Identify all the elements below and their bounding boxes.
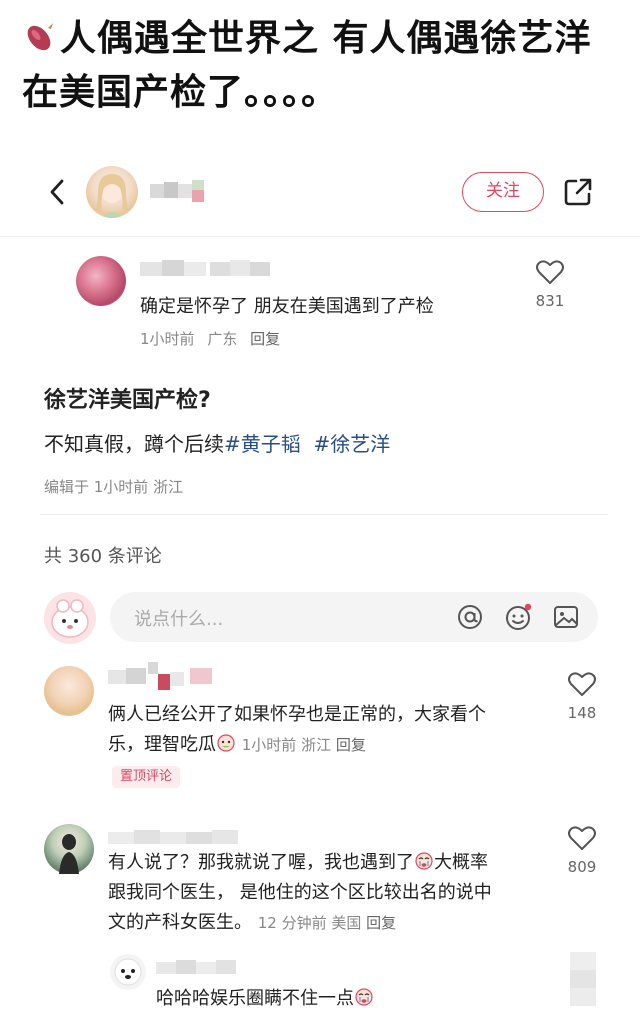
heart-icon <box>536 260 564 284</box>
mosaic-blur <box>156 960 236 974</box>
comment-like-count: 809 <box>567 858 597 876</box>
comment-text-line: 俩人已经公开了如果怀孕也是正常的，大家看个 <box>108 704 486 725</box>
post-title: 徐艺洋美国产检? <box>44 388 211 413</box>
comment-reply-button[interactable]: 回复 <box>366 914 396 932</box>
comment-input[interactable]: 说点什么... <box>110 592 598 642</box>
quoted-comment-text: 确定是怀孕了 朋友在美国遇到了产检 <box>140 296 434 317</box>
comment-like-button[interactable]: 809 <box>562 824 602 876</box>
comment-text: 大概率 <box>434 852 488 873</box>
hashtag-link[interactable]: #黄子韬 <box>224 432 301 456</box>
avatar-figure-image <box>59 834 79 874</box>
top-bar: 关注 <box>0 152 640 236</box>
comment-meta: 1小时前 浙江 回复 <box>242 736 366 754</box>
comment-avatar[interactable] <box>44 824 94 874</box>
image-icon[interactable] <box>552 603 580 631</box>
quoted-comment-username-blurred[interactable] <box>140 260 270 278</box>
comment-input-placeholder: 说点什么... <box>134 609 224 630</box>
quoted-comment-location: 广东 <box>207 330 238 348</box>
comment-location: 美国 <box>331 914 362 932</box>
comment-text: 有人说了？那我就说了喔，我也遇到了 <box>108 852 414 873</box>
share-icon[interactable] <box>562 176 594 208</box>
mosaic-blur <box>140 260 270 276</box>
comment-reply-button[interactable]: 回复 <box>336 736 366 754</box>
post-edit-meta: 编辑于 1小时前 浙江 <box>44 478 184 496</box>
author-avatar[interactable] <box>86 166 138 218</box>
quoted-comment-time: 1小时前 <box>140 330 195 348</box>
follow-button[interactable]: 关注 <box>462 172 544 212</box>
comment-like-count: 148 <box>567 704 597 722</box>
comment-meta: 12 分钟前 美国 回复 <box>258 914 396 932</box>
sweet-potato-icon <box>27 23 53 51</box>
comment-username-blurred[interactable] <box>108 830 238 850</box>
headline: 人偶遇全世界之 有人偶遇徐艺洋在美国产检了。。。。 <box>22 12 622 120</box>
heart-icon <box>568 826 596 850</box>
comment-like-button[interactable]: 148 <box>562 670 602 722</box>
comment-body: 俩人已经公开了如果怀孕也是正常的，大家看个 乐，理智吃瓜 1小时前 浙江 回复 <box>108 700 538 760</box>
quoted-comment-meta: 1小时前 广东 回复 <box>140 328 288 349</box>
quoted-comment-like-button[interactable]: 831 <box>532 258 568 310</box>
current-user-avatar <box>44 592 96 644</box>
hashtag-link[interactable]: #徐艺洋 <box>313 432 390 456</box>
divider <box>0 236 640 237</box>
post-body: 不知真假，蹲个后续#黄子韬 #徐艺洋 <box>44 428 390 457</box>
comment-time: 12 分钟前 <box>257 914 327 932</box>
comment-text-line: 文的产科女医生。 12 分钟前 美国 回复 <box>108 908 548 938</box>
comment-text: 文的产科女医生。 <box>108 912 252 933</box>
comment-text: 乐，理智吃瓜 <box>108 734 216 755</box>
cartoon-avatar-image <box>51 599 89 638</box>
comment-text-line: 乐，理智吃瓜 1小时前 浙江 回复 <box>108 730 538 760</box>
comment-body: 有人说了？那我就说了喔，我也遇到了 大概率 跟我同个医生， 是他住的这个区比较出名… <box>108 848 548 938</box>
crying-emoji-icon <box>355 988 373 1006</box>
author-avatar-image <box>94 174 130 218</box>
mosaic-blur <box>150 180 204 202</box>
mention-icon[interactable] <box>456 603 484 631</box>
mosaic-blur <box>108 662 212 690</box>
reply-avatar[interactable] <box>110 954 146 990</box>
quoted-comment-like-count: 831 <box>535 292 565 310</box>
comment-time: 1小时前 <box>241 736 297 754</box>
comment-count: 共 360 条评论 <box>44 546 162 567</box>
reply-body: 哈哈哈娱乐圈瞒不住一点 <box>156 984 456 1014</box>
back-arrow-icon[interactable] <box>44 174 72 210</box>
comment-location: 浙江 <box>301 736 332 754</box>
post-body-text: 不知真假，蹲个后续 <box>44 432 224 456</box>
reply-username-blurred[interactable] <box>156 960 236 980</box>
quoted-comment-avatar[interactable] <box>76 256 126 306</box>
quoted-comment-reply-button[interactable]: 回复 <box>250 330 280 348</box>
reply-text: 哈哈哈娱乐圈瞒不住一点 <box>156 988 354 1009</box>
comment-username-blurred[interactable] <box>108 662 228 690</box>
mosaic-blur <box>570 952 596 1006</box>
author-name-blurred[interactable] <box>150 180 220 202</box>
headline-text: 人偶遇全世界之 有人偶遇徐艺洋在美国产检了。。。。 <box>22 18 592 113</box>
crying-emoji-icon <box>415 852 433 870</box>
emoji-icon[interactable] <box>504 603 532 631</box>
divider <box>40 514 608 515</box>
melon-emoji-icon <box>217 734 235 752</box>
comment-text-line: 有人说了？那我就说了喔，我也遇到了 大概率 <box>108 848 548 878</box>
reply-like-button-blurred[interactable] <box>566 952 600 1012</box>
comment-avatar[interactable] <box>44 666 94 716</box>
post-card: 关注 确定是怀孕了 朋友在美国遇到了产检 1小时前 广东 回复 831 徐艺洋美… <box>0 152 640 1016</box>
mosaic-blur <box>108 830 238 844</box>
comment-text-line: 跟我同个医生， 是他住的这个区比较出名的说中 <box>108 882 492 903</box>
pinned-comment-badge: 置顶评论 <box>112 766 180 788</box>
dog-avatar-image <box>114 958 142 986</box>
heart-icon <box>568 672 596 696</box>
